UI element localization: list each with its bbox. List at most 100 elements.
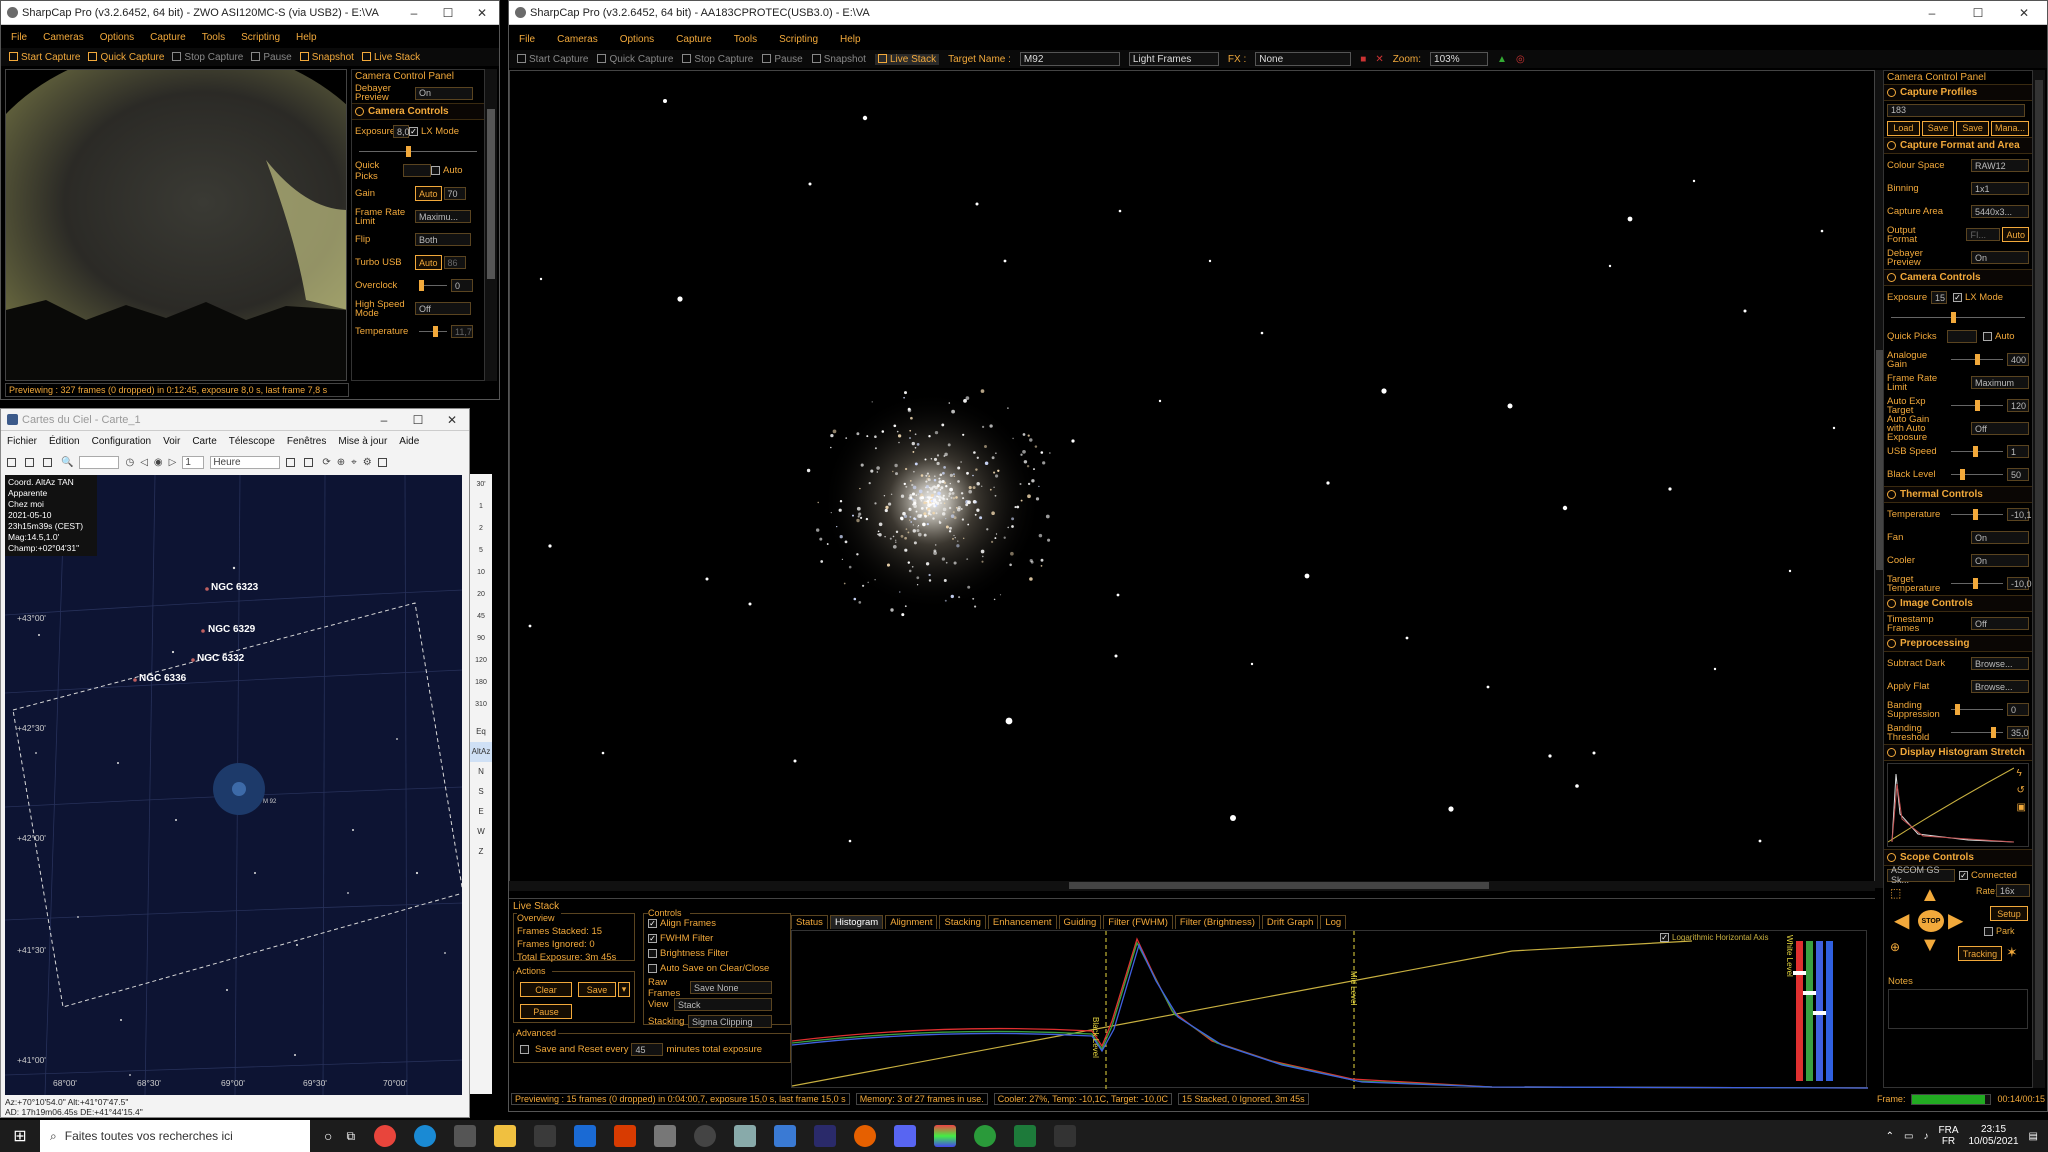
tab-drift-graph[interactable]: Drift Graph xyxy=(1261,915,1319,929)
thermal-control-slider[interactable] xyxy=(1951,577,2003,590)
exposure-slider[interactable] xyxy=(359,145,477,158)
zoom-1[interactable]: 1 xyxy=(470,496,492,518)
minimize-icon[interactable]: – xyxy=(367,413,401,427)
window-icon[interactable] xyxy=(377,457,387,467)
live-image-viewport[interactable] xyxy=(509,70,1875,888)
setup-button[interactable]: Setup xyxy=(1990,906,2028,921)
tab-guiding[interactable]: Guiding xyxy=(1058,915,1102,929)
quick-picks-select[interactable] xyxy=(403,164,431,177)
binning-select[interactable]: 1x1 xyxy=(1971,182,2029,195)
camera-control-slider[interactable] xyxy=(1951,445,2003,458)
menu-carte[interactable]: Carte xyxy=(192,436,216,447)
view-select[interactable]: Stack xyxy=(674,998,772,1011)
feather-icon[interactable] xyxy=(734,1125,757,1147)
menu-scripting[interactable]: Scripting xyxy=(779,34,818,45)
collapse-icon[interactable] xyxy=(1887,141,1896,150)
chrome-icon[interactable] xyxy=(374,1125,397,1147)
file-explorer-icon[interactable] xyxy=(494,1125,517,1147)
camera-control-value[interactable]: 400 xyxy=(2007,353,2029,366)
tracking-button[interactable]: Tracking xyxy=(1958,946,2002,961)
menu-mise-a-jour[interactable]: Mise à jour xyxy=(338,436,387,447)
camera-control-value[interactable]: 120 xyxy=(2007,399,2029,412)
live-stack-button[interactable]: Live Stack xyxy=(361,52,420,63)
tracking-star-icon[interactable]: ✶ xyxy=(2006,944,2018,961)
zoom-180[interactable]: 180 xyxy=(470,672,492,694)
auto-checkbox[interactable] xyxy=(431,166,440,175)
preprocessing-header[interactable]: Preprocessing xyxy=(1884,635,2032,652)
profile-select[interactable]: 183 xyxy=(1887,103,2025,117)
grid-icon[interactable] xyxy=(43,457,52,467)
camera-control-value[interactable]: 1 xyxy=(2007,445,2029,458)
profile-save-as-button[interactable]: Save xyxy=(1956,120,1989,136)
zoom-5[interactable]: 5 xyxy=(470,540,492,562)
park-checkbox[interactable]: Park xyxy=(1984,926,2015,937)
brightness-filter-checkbox[interactable] xyxy=(648,948,657,958)
output-format-select[interactable]: FI... xyxy=(1966,228,2001,241)
cdc-title-bar[interactable]: Cartes du Ciel - Carte_1 – ☐ ✕ xyxy=(1,409,469,431)
fwhm-filter-checkbox[interactable]: ✓ xyxy=(648,933,657,943)
mail-icon[interactable] xyxy=(574,1125,597,1147)
log-axis-checkbox[interactable]: ✓ Logarithmic Horizontal Axis xyxy=(1660,933,1768,943)
flip-select[interactable]: Both xyxy=(415,233,471,246)
menu-fenetres[interactable]: Fenêtres xyxy=(287,436,326,447)
cortana-icon[interactable]: ○ xyxy=(324,1128,332,1144)
frame-type-select[interactable]: Light Frames xyxy=(1128,52,1219,66)
stellarium-icon[interactable] xyxy=(814,1125,837,1147)
tab-filter-fwhm[interactable]: Filter (FWHM) xyxy=(1103,915,1173,929)
zoom-select[interactable]: 103% xyxy=(1430,52,1489,66)
histogram-stretch-header[interactable]: Display Histogram Stretch xyxy=(1884,744,2032,761)
save-stretch-icon[interactable]: ▣ xyxy=(2017,802,2026,813)
display-histogram[interactable]: ϟ ↺ ▣ xyxy=(1887,763,2029,847)
profile-manage-button[interactable]: Mana... xyxy=(1990,120,2029,136)
quick-picks-select[interactable] xyxy=(1947,330,1977,343)
photos-icon[interactable] xyxy=(654,1125,677,1147)
scope-stop-button[interactable]: STOP xyxy=(1918,910,1944,932)
camera-control-value[interactable]: Off xyxy=(1971,422,2029,435)
language-indicator[interactable]: FRA FR xyxy=(1938,1125,1958,1147)
zoom-2[interactable]: 2 xyxy=(470,518,492,540)
south-button[interactable]: S xyxy=(470,782,492,802)
scope-right-icon[interactable]: ▶ xyxy=(1948,908,1963,933)
zoom-310[interactable]: 310 xyxy=(470,694,492,716)
sharpcap-task-icon[interactable] xyxy=(454,1125,477,1147)
align-frames-checkbox[interactable]: ✓ xyxy=(648,918,657,928)
save-reset-minutes[interactable]: 45 xyxy=(631,1043,664,1056)
now-icon[interactable]: ◉ xyxy=(154,457,163,468)
step-input[interactable]: 1 xyxy=(182,455,205,469)
lx-mode-checkbox[interactable]: ✓ xyxy=(409,127,418,136)
capture-area-select[interactable]: 5440x3... xyxy=(1971,205,2029,218)
thermal-control-slider[interactable] xyxy=(1951,508,2003,521)
gain-input[interactable]: 70 xyxy=(443,187,466,200)
store-icon[interactable] xyxy=(534,1125,557,1147)
stop-capture-button[interactable]: Stop Capture xyxy=(172,52,243,63)
menu-cameras[interactable]: Cameras xyxy=(557,34,598,45)
allsky-preview[interactable] xyxy=(5,69,347,381)
east-button[interactable]: E xyxy=(470,802,492,822)
collapse-icon[interactable] xyxy=(1887,639,1896,648)
firefox-icon[interactable] xyxy=(854,1125,877,1147)
sky-chart[interactable]: M 92 NGC 6323 NGC 6329 NGC 6332 NGC 6336 xyxy=(5,475,463,1095)
collapse-icon[interactable] xyxy=(1887,599,1896,608)
collapse-icon[interactable] xyxy=(1887,273,1896,282)
lx-mode-checkbox[interactable]: ✓ xyxy=(1953,293,1962,302)
menu-fichier[interactable]: Fichier xyxy=(7,436,37,447)
camera-app-icon[interactable] xyxy=(694,1125,717,1147)
live-stack-button[interactable]: Live Stack xyxy=(874,53,940,65)
scope-select[interactable]: ASCOM GS Sk... xyxy=(1887,865,1955,885)
camera-controls-header[interactable]: Camera Controls xyxy=(1884,269,2032,286)
camera-control-value[interactable]: 50 xyxy=(2007,468,2029,481)
collapse-icon[interactable] xyxy=(1887,748,1896,757)
maximize-icon[interactable]: ☐ xyxy=(401,413,435,427)
settings-icon[interactable]: ◎ xyxy=(1516,54,1525,65)
camera-control-slider[interactable] xyxy=(1951,353,2003,366)
minimize-icon[interactable]: – xyxy=(397,6,431,20)
save-reset-checkbox[interactable] xyxy=(520,1045,529,1054)
collapse-icon[interactable] xyxy=(355,107,364,116)
image-controls-header[interactable]: Image Controls xyxy=(1884,595,2032,612)
thermal-control-value[interactable]: On xyxy=(1971,531,2029,544)
frame2-icon[interactable] xyxy=(304,457,314,467)
menu-aide[interactable]: Aide xyxy=(399,436,419,447)
camera-controls-header[interactable]: Camera Controls xyxy=(352,103,484,120)
clear-button[interactable]: Clear xyxy=(520,982,572,997)
image-control-value[interactable]: Off xyxy=(1971,617,2029,630)
